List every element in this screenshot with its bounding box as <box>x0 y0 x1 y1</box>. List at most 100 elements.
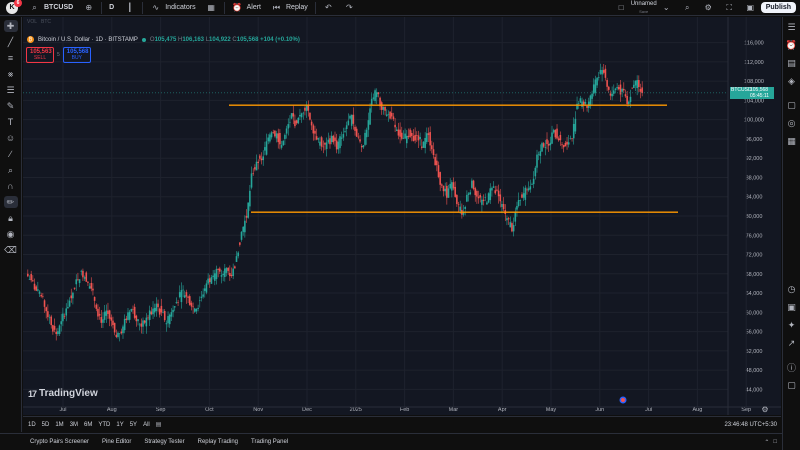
publish-button[interactable]: Publish <box>760 2 796 13</box>
magnet-icon[interactable]: ∩ <box>4 180 18 192</box>
candle-body <box>312 125 315 134</box>
candle-body <box>559 135 562 141</box>
price-chart[interactable]: 116,000 112,000 108,000 104,000 100,000 96,00… <box>23 17 781 415</box>
fullscreen-button[interactable]: ⛶ <box>719 0 740 16</box>
range-5d[interactable]: 5D <box>42 422 50 428</box>
tab-trading-panel[interactable]: Trading Panel <box>251 439 288 445</box>
candle-body <box>344 130 346 132</box>
symbol-search[interactable]: ⌕ BTCUSD <box>24 0 78 16</box>
quick-search-button[interactable]: ⌕ <box>677 0 698 16</box>
candle-body <box>52 325 54 332</box>
candle-body <box>95 304 98 309</box>
range-3m[interactable]: 3M <box>70 422 78 428</box>
range-ytd[interactable]: YTD <box>98 422 110 428</box>
layers-icon[interactable]: ◈ <box>786 75 798 87</box>
alert-button[interactable]: ⏰ Alert <box>227 0 266 16</box>
templates-button[interactable]: ▦ <box>201 0 222 16</box>
fib-icon[interactable]: ☰ <box>4 84 18 96</box>
candle-body <box>601 70 603 75</box>
chart-type-button[interactable]: ┃ <box>119 0 140 16</box>
chevron-up-icon[interactable]: ⌃ <box>764 439 769 446</box>
timezone-clock[interactable]: 23:46:48 UTC+5:30 <box>724 422 777 428</box>
ideas-icon[interactable]: ◎ <box>786 117 798 129</box>
candle-body <box>198 300 201 301</box>
brush-icon[interactable]: ✎ <box>4 100 18 112</box>
watchlist-icon[interactable]: ☰ <box>786 21 798 33</box>
ruler-icon[interactable]: ∕ <box>4 148 18 160</box>
stay-drawing-icon[interactable]: ✏ <box>3 196 18 208</box>
pane-tiny-labels: VOL BTC <box>27 19 51 25</box>
notifications-icon[interactable]: ▢ <box>786 379 798 391</box>
trend-line-icon[interactable]: ╱ <box>4 36 18 48</box>
chart-pane[interactable]: 116,000 112,000 108,000 104,000 100,000 96,00… <box>23 17 781 415</box>
last-price-label: BTCUSD 105,568 05:45:11 <box>730 86 774 99</box>
alarm-icon[interactable]: ⏰ <box>786 39 798 51</box>
axis-settings-gear-icon: ⚙ <box>761 405 768 414</box>
range-1m[interactable]: 1M <box>55 422 63 428</box>
hotlist-icon[interactable]: ✦ <box>786 319 798 331</box>
zoom-icon[interactable]: ⌕ <box>4 164 18 176</box>
tab-strategy-tester[interactable]: Strategy Tester <box>144 439 184 445</box>
buy-button[interactable]: 105,568 BUY <box>62 47 91 63</box>
range-1y[interactable]: 1Y <box>116 422 123 428</box>
tab-crypto-pairs-screener[interactable]: Crypto Pairs Screener <box>30 439 89 445</box>
tab-replay-trading[interactable]: Replay Trading <box>198 439 238 445</box>
emoji-icon[interactable]: ☺ <box>4 132 18 144</box>
pitchfork-icon[interactable]: ⨳ <box>4 68 18 80</box>
heatmap-icon[interactable]: ▦ <box>786 135 798 147</box>
interval-button[interactable]: D <box>104 0 119 16</box>
settings-button[interactable]: ⚙ <box>698 0 719 16</box>
candle-body <box>596 77 598 86</box>
help-icon[interactable]: ⓘ <box>786 361 798 373</box>
chat-icon[interactable]: ▢ <box>786 99 798 111</box>
candle-body <box>380 102 383 110</box>
lock-icon[interactable]: 🔒︎ <box>4 212 18 224</box>
trash-icon[interactable]: ⌫ <box>4 244 18 256</box>
candle-body <box>105 310 108 316</box>
range-6m[interactable]: 6M <box>84 422 92 428</box>
candle-body <box>320 137 323 147</box>
object-tree-icon[interactable]: ▤ <box>786 57 798 69</box>
candle-body <box>297 117 300 124</box>
indicators-button[interactable]: ∿ Indicators <box>145 0 200 16</box>
snapshot-button[interactable]: ▣ <box>740 0 761 16</box>
undo-button[interactable]: ↶ <box>318 0 339 16</box>
tab-pine-editor[interactable]: Pine Editor <box>102 439 131 445</box>
news-icon[interactable]: ▣ <box>786 301 798 313</box>
candle-body <box>486 202 488 205</box>
candle-body <box>531 184 533 185</box>
candle-body <box>302 112 305 114</box>
layout-name: Unnamed Save <box>631 1 657 15</box>
candle-body <box>98 313 101 316</box>
candle-body <box>407 135 410 138</box>
candle-body <box>43 300 46 307</box>
x-tick-label: May <box>546 407 557 413</box>
candle-body <box>130 308 133 312</box>
calendar-icon[interactable]: ◷ <box>786 283 798 295</box>
range-all[interactable]: All <box>143 422 150 428</box>
range-1d[interactable]: 1D <box>28 422 36 428</box>
horizontal-lines-icon[interactable]: ≡ <box>4 52 18 64</box>
chevron-down-icon: ⌄ <box>662 3 670 12</box>
bitcoin-icon: ₿ <box>27 36 34 43</box>
redo-button[interactable]: ↷ <box>339 0 360 16</box>
candle-body <box>497 190 500 197</box>
candle-body <box>409 129 411 137</box>
profile-logo[interactable]: K6 <box>6 0 22 14</box>
sell-button[interactable]: 105,563 SELL <box>26 47 54 63</box>
candle-body <box>205 283 208 293</box>
replay-button[interactable]: ⏮ Replay <box>266 0 313 16</box>
candle-body <box>415 135 418 136</box>
candle-body <box>572 123 575 139</box>
layout-button[interactable]: □ Unnamed Save ⌄ <box>611 0 677 16</box>
range-5y[interactable]: 5Y <box>130 422 137 428</box>
eye-icon[interactable]: ◉ <box>4 228 18 240</box>
go-to-date-icon[interactable]: ▤ <box>156 421 162 428</box>
candle-body <box>87 281 89 283</box>
maximize-icon[interactable]: □ <box>773 439 777 446</box>
crosshair-icon[interactable]: ✚ <box>3 20 18 32</box>
text-icon[interactable]: T <box>4 116 18 128</box>
signal-icon[interactable]: ↗ <box>786 337 798 349</box>
compare-button[interactable]: ⊕ <box>78 0 99 16</box>
x-tick-label: Apr <box>498 407 507 413</box>
